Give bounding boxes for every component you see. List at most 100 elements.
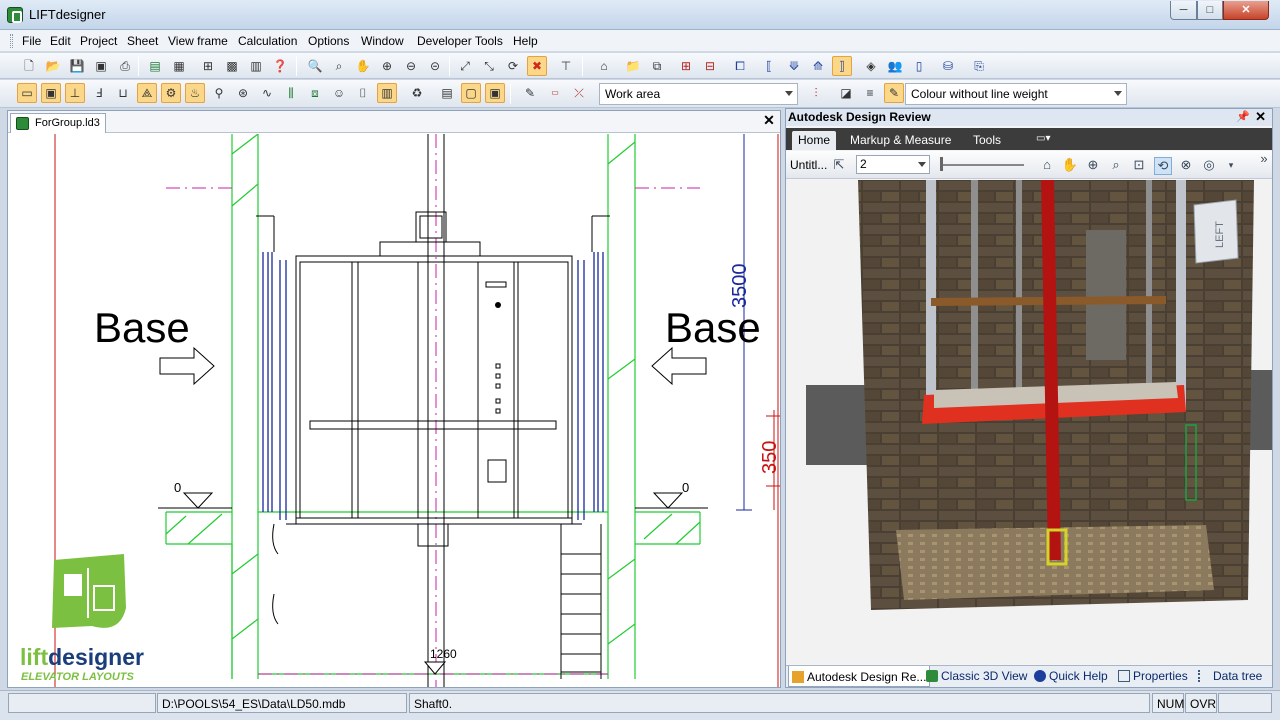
- rail-icon[interactable]: ⫼: [281, 83, 301, 103]
- document-tab[interactable]: ForGroup.ld3: [10, 113, 106, 133]
- car-frame-icon[interactable]: ⌷: [353, 83, 373, 103]
- 3d-viewport[interactable]: LEFT: [786, 180, 1272, 664]
- fit-to-window-icon[interactable]: ⊡: [1130, 157, 1148, 175]
- look-icon[interactable]: ◎: [1200, 157, 1218, 175]
- color-mode-icon[interactable]: ✎: [884, 83, 904, 103]
- zoom-window-icon[interactable]: ⌕: [329, 56, 349, 76]
- align-center-icon[interactable]: ⟧: [832, 56, 852, 76]
- calculator-icon[interactable]: ▥: [246, 56, 266, 76]
- person-icon[interactable]: ☺: [329, 83, 349, 103]
- tab-markup-measure[interactable]: Markup & Measure: [844, 131, 957, 150]
- layers-icon[interactable]: ◈: [861, 56, 881, 76]
- print-icon[interactable]: ⎙: [115, 56, 135, 76]
- dimension-icon[interactable]: ⊤: [556, 56, 576, 76]
- pan-hand-icon[interactable]: ✋: [353, 56, 373, 76]
- pan-hand-icon[interactable]: ✋: [1061, 157, 1079, 175]
- panel-icon[interactable]: ▤: [437, 83, 457, 103]
- close-button[interactable]: ✕: [1223, 1, 1269, 20]
- menu-sheet[interactable]: Sheet: [127, 34, 158, 48]
- sheet-view-icon[interactable]: ▣: [485, 83, 505, 103]
- project-open-icon[interactable]: 📁: [623, 56, 643, 76]
- machine-icon[interactable]: ♨: [185, 83, 205, 103]
- zoom-out-icon[interactable]: ⊖: [401, 56, 421, 76]
- align-left-icon[interactable]: ⟦: [759, 56, 779, 76]
- grid-icon[interactable]: ▩: [222, 56, 242, 76]
- tab-design-review[interactable]: Autodesk Design Re...: [788, 666, 931, 687]
- new-file-icon[interactable]: 🗋: [19, 56, 39, 76]
- menu-options[interactable]: Options: [308, 34, 349, 48]
- menu-help[interactable]: Help: [513, 34, 538, 48]
- save-icon[interactable]: 💾: [67, 56, 87, 76]
- zoom-icon[interactable]: 🔍: [305, 56, 325, 76]
- tab-classic-3d-view[interactable]: Classic 3D View: [926, 669, 1027, 683]
- line-weight-icon[interactable]: ≡: [860, 83, 880, 103]
- view-detail-icon[interactable]: Ⅎ: [89, 83, 109, 103]
- add-shaft-icon[interactable]: ⊞: [676, 56, 696, 76]
- zoom-previous-icon[interactable]: ⊝: [425, 56, 445, 76]
- menu-window[interactable]: Window: [361, 34, 404, 48]
- delete-icon[interactable]: ✖: [527, 56, 547, 76]
- excel-export-icon[interactable]: ▤: [145, 56, 165, 76]
- curve-icon[interactable]: ∿: [257, 83, 277, 103]
- elevator-section-drawing[interactable]: 3500 350 Base Base 0 0 1260 liftdesigner…: [8, 134, 780, 687]
- rope-icon[interactable]: ⊛: [233, 83, 253, 103]
- database-icon[interactable]: ⛁: [938, 56, 958, 76]
- report-icon[interactable]: ▦: [169, 56, 189, 76]
- zoom-extents-icon[interactable]: ⤢: [455, 56, 475, 76]
- copy-settings-icon[interactable]: ⧉: [647, 56, 667, 76]
- fill-toggle-icon[interactable]: ◪: [836, 83, 856, 103]
- align-down-icon[interactable]: ⟱: [784, 56, 804, 76]
- zoom-fit-icon[interactable]: ⤡: [479, 56, 499, 76]
- work-area-dropdown[interactable]: Work area: [599, 83, 798, 105]
- ribbon-options-icon[interactable]: ▭▾: [1030, 131, 1056, 150]
- zoom-slider-thumb[interactable]: [940, 157, 943, 171]
- frame-icon[interactable]: ⧠: [730, 56, 750, 76]
- menu-file[interactable]: File: [22, 34, 41, 48]
- view-plan-icon[interactable]: ▭: [17, 83, 37, 103]
- more-tools-chevron-icon[interactable]: ▾: [1222, 157, 1240, 175]
- tab-data-tree[interactable]: Data tree: [1198, 669, 1262, 683]
- zoom-in-icon[interactable]: ⊕: [377, 56, 397, 76]
- open-folder-icon[interactable]: 📂: [43, 56, 63, 76]
- maximize-button[interactable]: □: [1197, 1, 1223, 20]
- add-car-icon[interactable]: ⊟: [700, 56, 720, 76]
- layer-color-icon[interactable]: ⫶: [806, 83, 826, 103]
- mechanical-icon[interactable]: ⟁: [137, 83, 157, 103]
- turntable-icon[interactable]: ⊗: [1177, 157, 1195, 175]
- tab-properties[interactable]: Properties: [1118, 669, 1188, 683]
- sheet-settings-icon[interactable]: ⊞: [198, 56, 218, 76]
- zoom-slider-track[interactable]: [940, 164, 1024, 166]
- export-icon[interactable]: ⎘: [969, 56, 989, 76]
- menu-developer-tools[interactable]: Developer Tools: [417, 34, 503, 48]
- orbit-icon[interactable]: ⟲: [1154, 157, 1172, 175]
- erase-dimension-icon[interactable]: ⤫: [569, 83, 589, 103]
- close-document-icon[interactable]: ✕: [762, 113, 776, 128]
- save-all-icon[interactable]: ▣: [91, 56, 111, 76]
- tab-quick-help[interactable]: Quick Help: [1034, 669, 1108, 683]
- menu-calculation[interactable]: Calculation: [238, 34, 297, 48]
- users-icon[interactable]: 👥: [885, 56, 905, 76]
- close-panel-icon[interactable]: ✕: [1255, 109, 1266, 125]
- redraw-icon[interactable]: ⟳: [503, 56, 523, 76]
- select-cursor-icon[interactable]: ⇱: [830, 157, 848, 175]
- view-elevation-icon[interactable]: ⊥: [65, 83, 85, 103]
- dimension-text-icon[interactable]: ▭: [545, 83, 565, 103]
- doors-icon[interactable]: ▥: [377, 83, 397, 103]
- menu-project[interactable]: Project: [80, 34, 117, 48]
- draw-line-icon[interactable]: ✎: [520, 83, 540, 103]
- buffer-icon[interactable]: ⧈: [305, 83, 325, 103]
- zoom-rectangle-icon[interactable]: ⌕: [1107, 157, 1125, 175]
- home-icon[interactable]: ⌂: [1038, 157, 1056, 175]
- minimize-button[interactable]: ─: [1170, 1, 1197, 20]
- view-section-icon[interactable]: ▣: [41, 83, 61, 103]
- building-icon[interactable]: ⌂: [594, 56, 614, 76]
- sheet-selector[interactable]: 2: [856, 155, 930, 174]
- tab-tools[interactable]: Tools: [967, 131, 1007, 150]
- menu-edit[interactable]: Edit: [50, 34, 71, 48]
- tab-home[interactable]: Home: [792, 131, 837, 150]
- frame-view-icon[interactable]: ▢: [461, 83, 481, 103]
- help-icon[interactable]: ❓: [270, 56, 290, 76]
- pit-view-icon[interactable]: ⊔: [113, 83, 133, 103]
- components-icon[interactable]: ⚙: [161, 83, 181, 103]
- pin-icon[interactable]: 📌: [1236, 110, 1250, 123]
